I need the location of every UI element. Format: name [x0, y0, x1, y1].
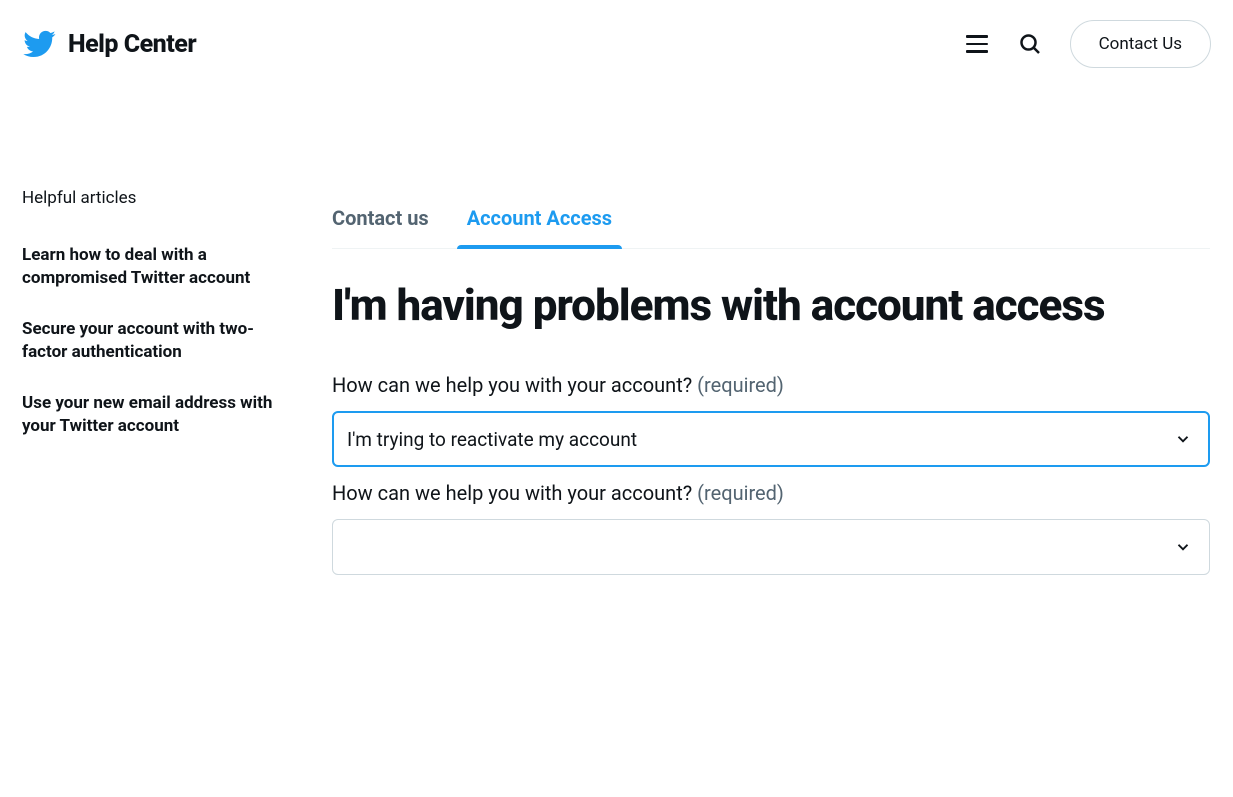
menu-icon[interactable] [966, 32, 990, 56]
content: Helpful articles Learn how to deal with … [0, 88, 1233, 589]
tabs: Contact us Account Access [332, 188, 1210, 249]
help-select-1[interactable] [332, 411, 1210, 467]
form-label-text: How can we help you with your account? [332, 481, 692, 505]
select-wrap-2 [332, 519, 1210, 575]
contact-us-button[interactable]: Contact Us [1070, 20, 1211, 68]
select-wrap-1 [332, 411, 1210, 467]
required-text: (required) [697, 373, 784, 397]
form-label-text: How can we help you with your account? [332, 373, 692, 397]
form-label-1: How can we help you with your account? (… [332, 373, 1210, 397]
tab-contact-us[interactable]: Contact us [332, 188, 429, 248]
site-title[interactable]: Help Center [68, 30, 196, 59]
sidebar: Helpful articles Learn how to deal with … [22, 188, 286, 589]
tab-account-access[interactable]: Account Access [467, 188, 612, 248]
help-select-2[interactable] [332, 519, 1210, 575]
sidebar-link[interactable]: Secure your account with two-factor auth… [22, 318, 286, 364]
sidebar-link[interactable]: Learn how to deal with a compromised Twi… [22, 244, 286, 290]
twitter-logo-icon[interactable] [22, 27, 56, 61]
sidebar-title: Helpful articles [22, 188, 286, 208]
header: Help Center Contact Us [0, 0, 1233, 88]
header-right: Contact Us [966, 20, 1211, 68]
main: Contact us Account Access I'm having pro… [332, 188, 1232, 589]
sidebar-link[interactable]: Use your new email address with your Twi… [22, 392, 286, 438]
header-left: Help Center [22, 27, 196, 61]
search-icon[interactable] [1018, 32, 1042, 56]
form-label-2: How can we help you with your account? (… [332, 481, 1210, 505]
page-heading: I'm having problems with account access [332, 281, 1210, 329]
required-text: (required) [697, 481, 784, 505]
